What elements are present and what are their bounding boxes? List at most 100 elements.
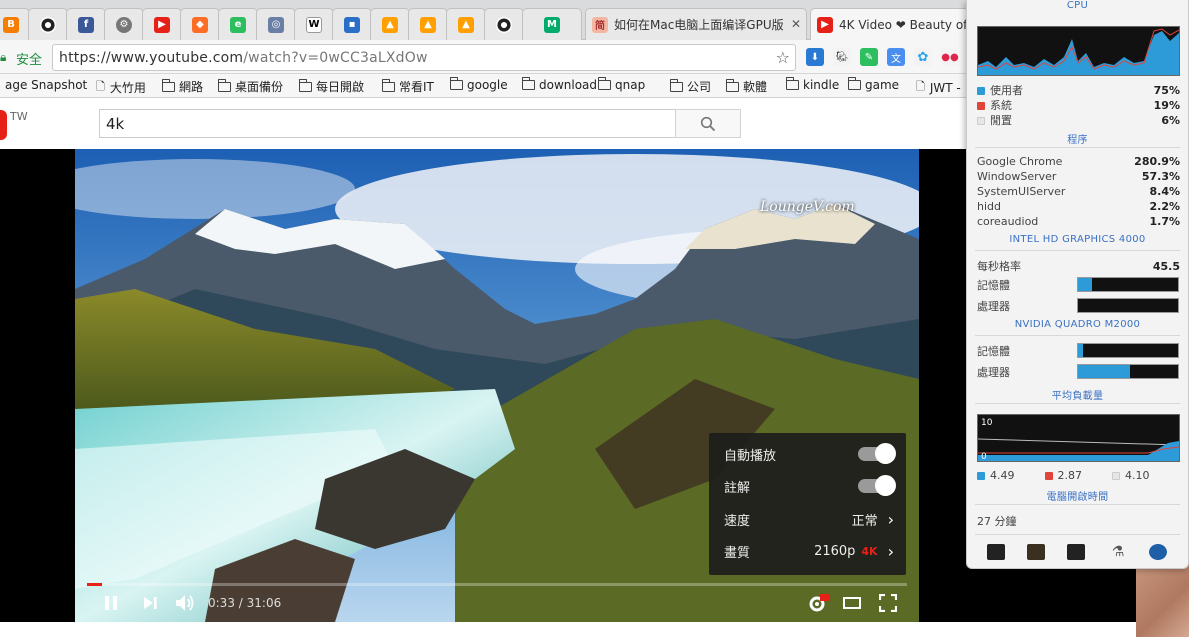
process-title: 程序 xyxy=(1067,135,1088,146)
search-input[interactable] xyxy=(100,110,675,137)
tab-wikipedia[interactable]: W xyxy=(294,8,334,40)
tab-mac-gpu[interactable]: 简 如何在Mac电脑上面编译GPU版 ✕ xyxy=(585,8,807,40)
bookmark-label: google xyxy=(467,78,508,92)
tab-github-2[interactable] xyxy=(484,8,524,40)
tab-firebase-1[interactable]: ▲ xyxy=(370,8,410,40)
tab-facebook[interactable]: f xyxy=(66,8,106,40)
process-row: hidd 2.2% xyxy=(977,200,1180,213)
progress-bar[interactable] xyxy=(87,583,907,586)
bookmark-page[interactable]: 🗋 JWT - xyxy=(916,78,961,97)
quality-label: 畫質 xyxy=(724,545,751,561)
url-text: https://www.youtube.com/watch?v=0wCC3aLX… xyxy=(59,50,428,66)
tab-floppy[interactable]: ▪ xyxy=(332,8,372,40)
settings-menu: 自動播放 註解 速度 正常 › 畫質 2160p 4K › xyxy=(709,433,906,575)
bookmark-folder[interactable]: kindle xyxy=(786,77,839,92)
divider xyxy=(975,534,1180,535)
tab-firebase-2[interactable]: ▲ xyxy=(408,8,448,40)
tab-medium[interactable]: M xyxy=(522,8,582,40)
folder-icon xyxy=(726,78,739,92)
gpu1-processor-bar xyxy=(1077,298,1179,313)
bookmark-page[interactable]: 🗋 大竹用 xyxy=(96,78,146,97)
autoplay-label: 自動播放 xyxy=(724,448,777,464)
tab-settings[interactable]: ⚙ xyxy=(104,8,144,40)
search-box[interactable] xyxy=(99,109,676,138)
console-icon[interactable] xyxy=(1027,544,1045,560)
bookmark-folder[interactable]: 每日開啟 xyxy=(299,78,364,95)
folder-icon xyxy=(848,77,861,90)
translate-extension-icon[interactable]: 文 xyxy=(887,48,905,66)
url-input[interactable]: https://www.youtube.com/watch?v=0wCC3aLX… xyxy=(52,44,796,71)
wikipedia-icon: W xyxy=(306,16,322,33)
gpu1-memory-bar xyxy=(1077,277,1179,292)
process-row: SystemUIServer 8.4% xyxy=(977,185,1180,198)
bookmark-folder[interactable]: download xyxy=(522,77,598,92)
bookmark-folder[interactable]: google xyxy=(450,77,508,92)
tab-youtube-4k[interactable]: ▶ 4K Video ❤ Beauty of xyxy=(810,8,980,40)
speed-value: 正常 xyxy=(851,513,878,529)
annotations-toggle[interactable] xyxy=(858,475,896,496)
lock-icon[interactable]: 🔒︎ xyxy=(0,50,6,65)
tab-firebase-3[interactable]: ▲ xyxy=(446,8,486,40)
autoplay-toggle[interactable] xyxy=(858,443,896,464)
next-icon[interactable] xyxy=(143,596,157,610)
bookmark-folder[interactable]: qnap xyxy=(598,77,645,92)
bookmark-label: download xyxy=(539,78,598,92)
menu-speed[interactable]: 速度 正常 › xyxy=(724,504,894,534)
uptime-title: 電腦開啟時間 xyxy=(1046,492,1109,503)
gpu2-processor-bar xyxy=(1077,364,1179,379)
bookmark-label: 公司 xyxy=(687,80,712,94)
activity-monitor-icon[interactable] xyxy=(987,544,1005,560)
process-row: WindowServer 57.3% xyxy=(977,170,1180,183)
folder-icon xyxy=(522,77,535,90)
close-icon[interactable]: ✕ xyxy=(791,17,801,31)
search-button[interactable] xyxy=(675,109,741,138)
process-name: SystemUIServer xyxy=(977,185,1066,198)
settings-hd-icon[interactable] xyxy=(808,594,830,612)
menu-autoplay[interactable]: 自動播放 xyxy=(724,439,896,469)
istat-icon[interactable] xyxy=(1149,544,1167,560)
cpu-idle-row: 閒置 6% xyxy=(977,112,1180,128)
evernote-clip-extension-icon[interactable]: ✎ xyxy=(860,48,878,66)
bookmark-folder[interactable]: game xyxy=(848,77,899,92)
disk-utility-icon[interactable]: ⚗ xyxy=(1109,544,1127,560)
bookmark-label: 網路 xyxy=(179,80,204,94)
flickr-extension-icon[interactable]: ●● xyxy=(941,48,959,66)
sync-extension-icon[interactable]: ✿ xyxy=(914,48,932,66)
bookmark-label: 大竹用 xyxy=(109,81,146,95)
divider xyxy=(975,335,1180,336)
menu-annotations[interactable]: 註解 xyxy=(724,471,896,501)
download-extension-icon[interactable]: ⬇ xyxy=(806,48,824,66)
youtube-icon: ▶ xyxy=(154,16,170,33)
terminal-icon[interactable] xyxy=(1067,544,1085,560)
tab-gamepad[interactable]: ◎ xyxy=(256,8,296,40)
youtube-logo[interactable] xyxy=(0,110,7,140)
tab-blogger[interactable]: B xyxy=(0,8,30,40)
theater-mode-icon[interactable] xyxy=(843,596,861,610)
medium-icon: M xyxy=(544,16,560,33)
secure-label[interactable]: 安全 xyxy=(16,49,42,68)
process-name: Google Chrome xyxy=(977,155,1063,168)
fullscreen-icon[interactable] xyxy=(879,594,897,612)
menu-quality[interactable]: 畫質 2160p 4K › xyxy=(724,536,894,566)
pause-icon[interactable] xyxy=(103,595,119,611)
folder-icon xyxy=(162,78,175,92)
tab-github[interactable] xyxy=(28,8,68,40)
volume-icon[interactable] xyxy=(175,594,195,612)
bookmark-folder[interactable]: 公司 xyxy=(670,78,711,95)
tab-evernote[interactable]: e xyxy=(218,8,258,40)
bookmark-folder[interactable]: 桌面備份 xyxy=(218,78,283,95)
folder-icon xyxy=(786,77,799,90)
tab-youtube[interactable]: ▶ xyxy=(142,8,182,40)
uptime-row: 27 分鐘 xyxy=(977,515,1017,528)
evernote-extension-icon[interactable]: 🐘︎ xyxy=(833,48,851,66)
bookmarks-bar: age Snapshot 🗋 大竹用 網路 桌面備份 每日開啟 常看IT google down… xyxy=(0,74,966,98)
process-value: 8.4% xyxy=(1149,185,1180,198)
firebase-icon: ▲ xyxy=(458,16,474,33)
bookmark-star-icon[interactable]: ☆ xyxy=(776,48,790,67)
bookmark-page[interactable]: age Snapshot xyxy=(0,78,87,92)
bar-fill xyxy=(1078,365,1130,378)
bookmark-folder[interactable]: 常看IT xyxy=(382,78,434,95)
tab-gitlab[interactable]: ◆ xyxy=(180,8,220,40)
bookmark-folder[interactable]: 網路 xyxy=(162,78,203,95)
bookmark-folder[interactable]: 軟體 xyxy=(726,78,767,95)
